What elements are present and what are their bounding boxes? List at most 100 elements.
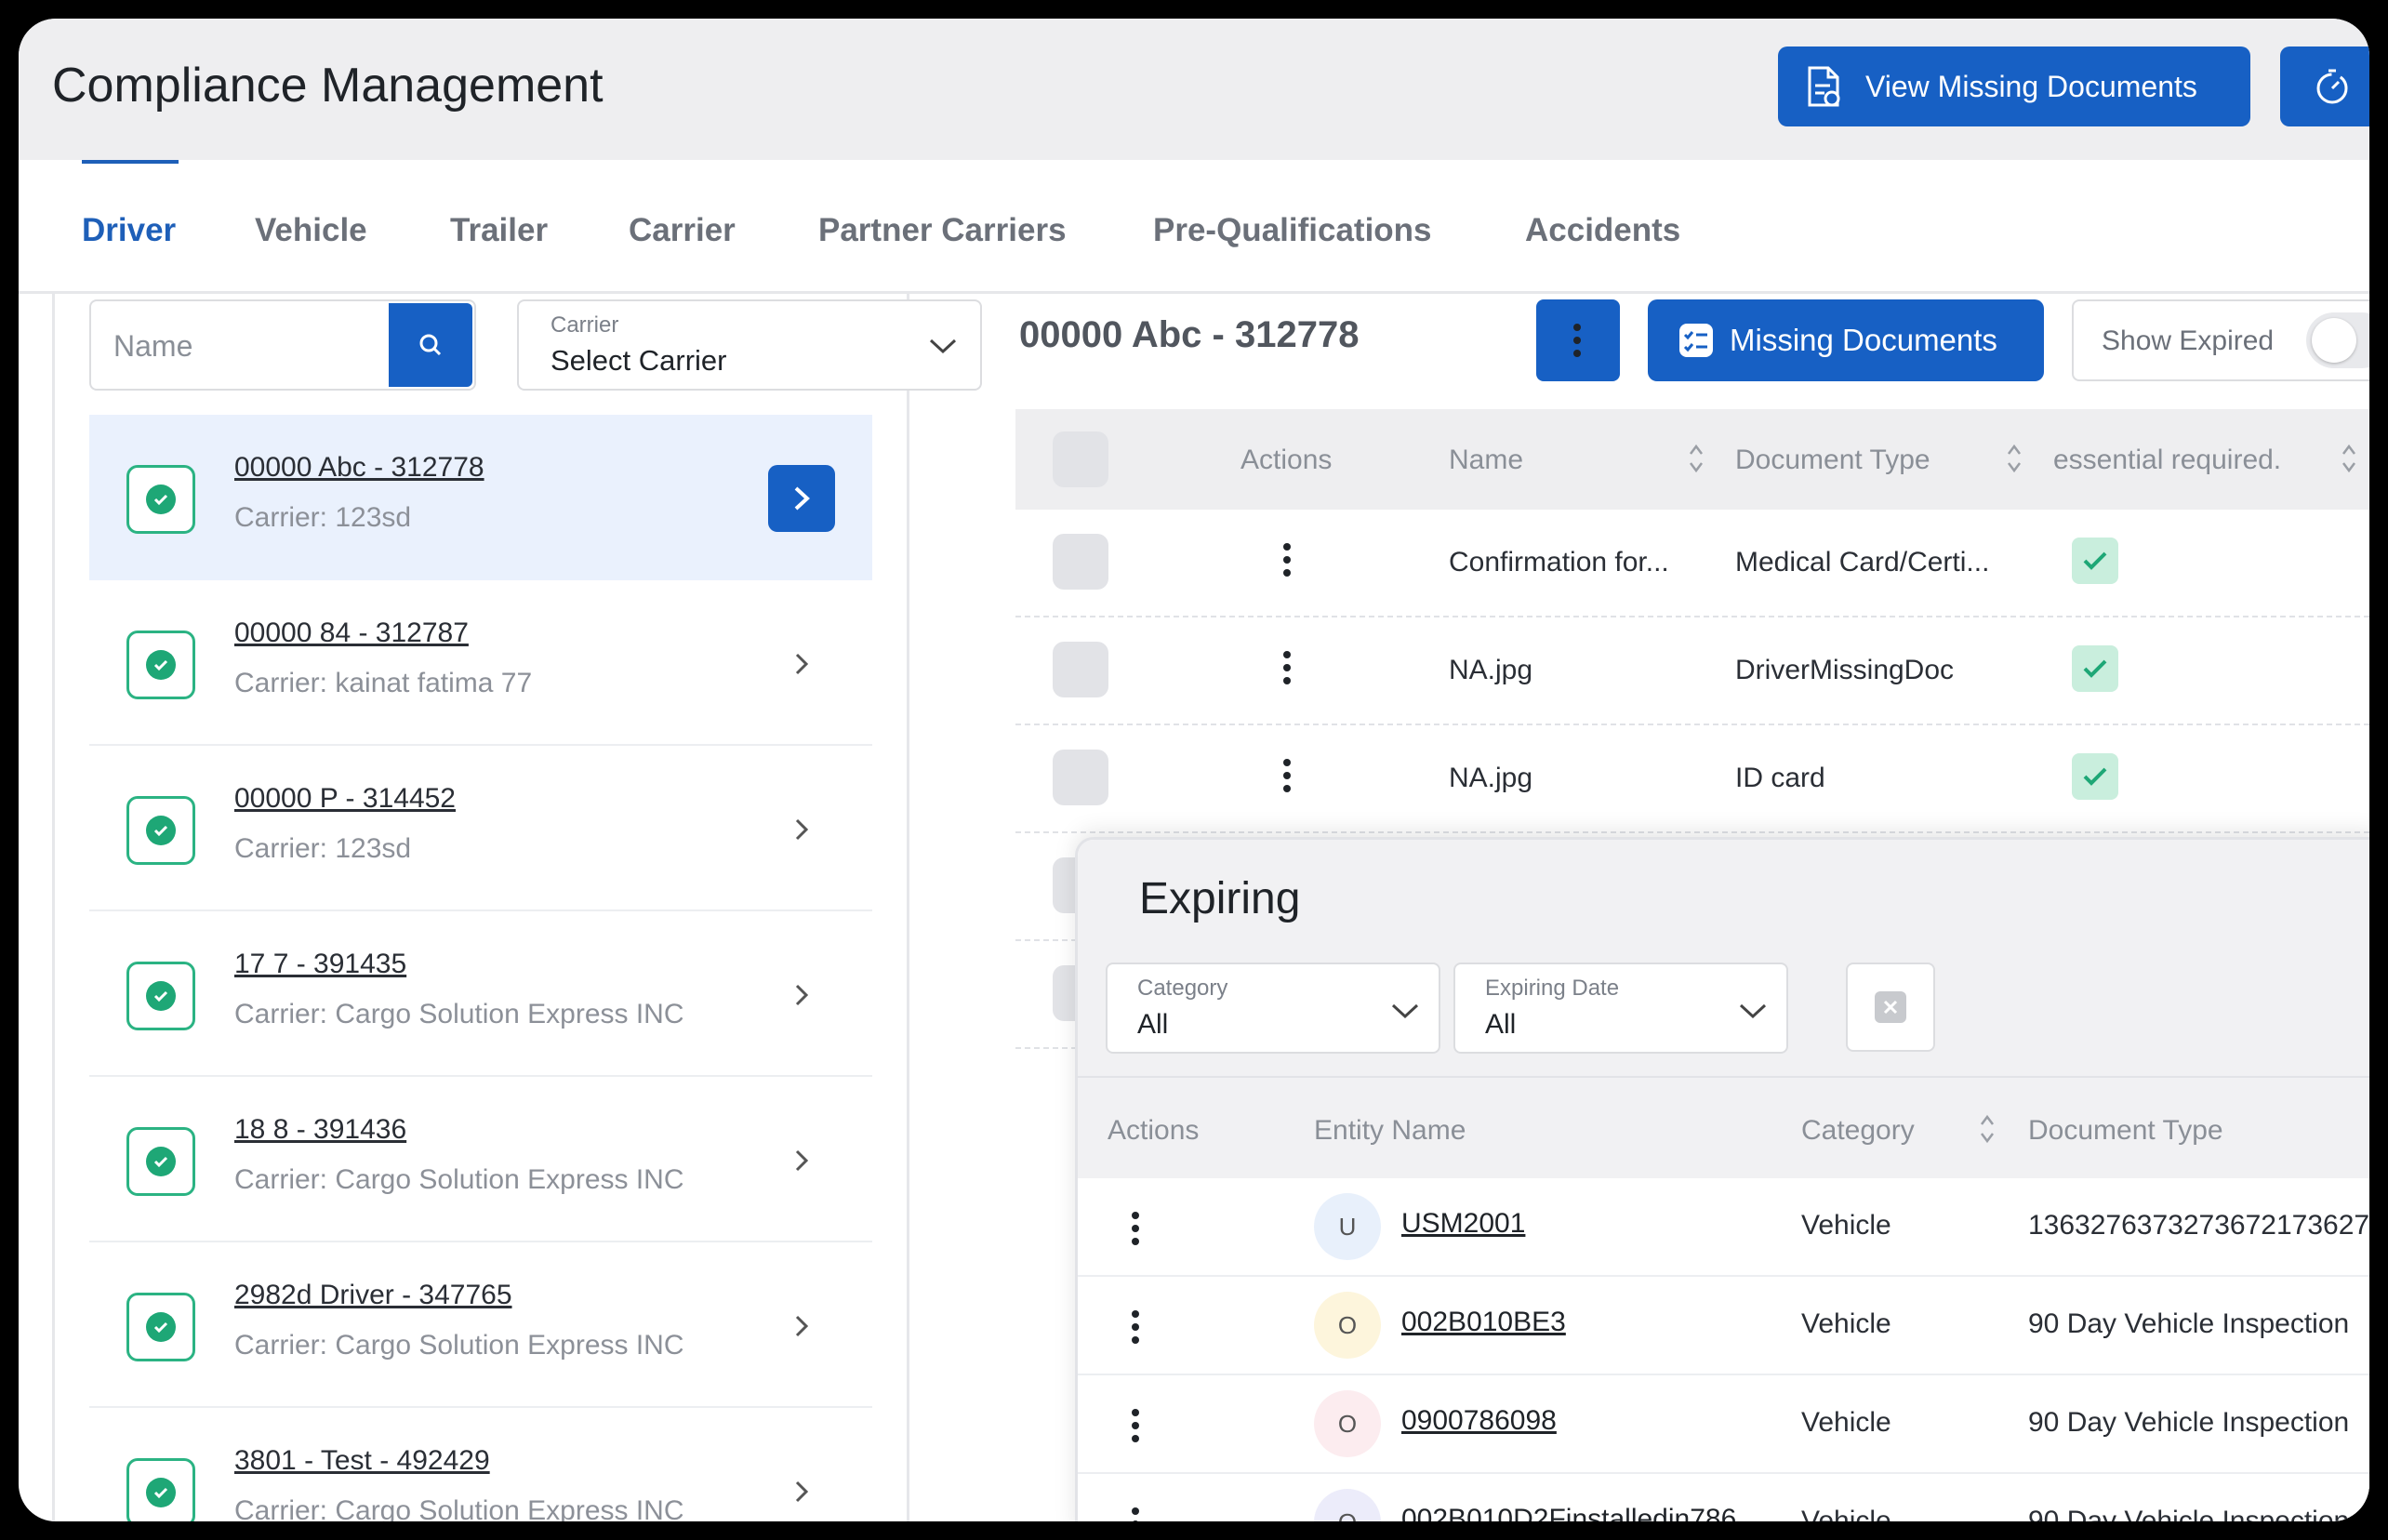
row-checkbox[interactable]	[1053, 534, 1108, 590]
chevron-right-icon	[795, 818, 809, 841]
table-row: O 002B010D2Finstalledin786 Vehicle 90 Da…	[1078, 1474, 2369, 1521]
row-actions-kebab-icon[interactable]	[1283, 651, 1293, 690]
carrier-select[interactable]: Carrier Select Carrier	[517, 299, 982, 391]
chevron-right-icon	[795, 653, 809, 675]
clear-filters-button[interactable]	[1846, 962, 1935, 1052]
more-actions-button[interactable]	[1536, 299, 1620, 381]
entity-name-link[interactable]: 002B010D2Finstalledin786	[1401, 1504, 1736, 1521]
compliance-status-badge	[126, 1127, 195, 1196]
avatar: O	[1314, 1292, 1381, 1359]
driver-name-link[interactable]: 17 7 - 391435	[234, 949, 406, 980]
category-select-label: Category	[1137, 976, 1228, 1001]
tab-accidents[interactable]: Accidents	[1525, 212, 1680, 249]
driver-list-item[interactable]: 00000 Abc - 312778 Carrier: 123sd	[89, 415, 872, 580]
missing-documents-button[interactable]: Missing Documents	[1648, 299, 2044, 381]
chevron-right-icon	[795, 1480, 809, 1503]
driver-carrier: Carrier: 123sd	[234, 833, 412, 864]
select-all-checkbox[interactable]	[1053, 431, 1108, 487]
document-name: NA.jpg	[1449, 763, 1533, 793]
search-button[interactable]	[389, 303, 472, 387]
driver-list: 00000 Abc - 312778 Carrier: 123sd 00000 …	[89, 415, 872, 1521]
column-header-name[interactable]: Name	[1449, 445, 1523, 476]
open-driver-button[interactable]	[777, 971, 826, 1019]
table-row: O 0900786098 Vehicle 90 Day Vehicle Insp…	[1078, 1375, 2369, 1474]
row-checkbox[interactable]	[1053, 750, 1108, 805]
sort-icon[interactable]	[2340, 441, 2358, 476]
active-tab-indicator	[82, 160, 179, 164]
expiring-date-select-label: Expiring Date	[1485, 976, 1620, 1001]
driver-list-item[interactable]: 00000 P - 314452 Carrier: 123sd	[89, 746, 872, 911]
row-actions-kebab-icon[interactable]	[1283, 759, 1293, 798]
sort-icon[interactable]	[1978, 1111, 1997, 1147]
row-checkbox[interactable]	[1053, 642, 1108, 697]
tab-partner-carriers[interactable]: Partner Carriers	[818, 212, 1067, 249]
sort-icon[interactable]	[2005, 441, 2023, 476]
history-button[interactable]	[2280, 46, 2369, 126]
document-type: Medical Card/Certi...	[1735, 547, 1990, 578]
driver-name-link[interactable]: 18 8 - 391436	[234, 1114, 406, 1146]
driver-name-link[interactable]: 00000 P - 314452	[234, 783, 456, 815]
tab-trailer[interactable]: Trailer	[450, 212, 548, 249]
checklist-icon	[1679, 324, 1713, 357]
tab-pre-qualifications[interactable]: Pre-Qualifications	[1153, 212, 1432, 249]
column-header-category[interactable]: Category	[1801, 1115, 1915, 1147]
compliance-status-badge	[126, 631, 195, 699]
view-missing-documents-button[interactable]: View Missing Documents	[1778, 46, 2250, 126]
open-driver-button[interactable]	[777, 805, 826, 854]
column-header-actions: Actions	[1108, 1115, 1200, 1146]
row-actions-kebab-icon[interactable]	[1132, 1507, 1141, 1521]
check-icon	[153, 659, 168, 671]
name-search-input[interactable]	[113, 324, 346, 368]
avatar: U	[1314, 1193, 1381, 1260]
entity-document-type: 90 Day Vehicle Inspection	[2028, 1506, 2350, 1521]
avatar: O	[1314, 1489, 1381, 1521]
row-actions-kebab-icon[interactable]	[1132, 1212, 1141, 1251]
chevron-down-icon	[1391, 1003, 1419, 1019]
show-expired-toggle[interactable]	[2306, 312, 2369, 368]
check-icon	[153, 1487, 168, 1499]
page-title: Compliance Management	[52, 59, 604, 113]
driver-name-link[interactable]: 2982d Driver - 347765	[234, 1280, 512, 1311]
driver-name-link[interactable]: 3801 - Test - 492429	[234, 1445, 490, 1477]
essential-check-icon	[2072, 645, 2118, 692]
open-driver-button[interactable]	[768, 465, 835, 532]
open-driver-button[interactable]	[777, 1136, 826, 1185]
chevron-right-icon	[795, 984, 809, 1006]
column-header-document-type: Document Type	[2028, 1115, 2223, 1146]
driver-list-item[interactable]: 2982d Driver - 347765 Carrier: Cargo Sol…	[89, 1242, 872, 1408]
expiring-date-select[interactable]: Expiring Date All	[1453, 962, 1788, 1054]
open-driver-button[interactable]	[777, 640, 826, 688]
expiring-panel: Expiring Category All Expiring Date All …	[1075, 837, 2369, 1521]
row-actions-kebab-icon[interactable]	[1132, 1310, 1141, 1349]
table-row: O 002B010BE3 Vehicle 90 Day Vehicle Insp…	[1078, 1277, 2369, 1375]
expiring-date-select-value: All	[1485, 1009, 1517, 1040]
column-header-document-type[interactable]: Document Type	[1735, 445, 1930, 476]
driver-name-link[interactable]: 00000 Abc - 312778	[234, 452, 484, 484]
document-name: NA.jpg	[1449, 655, 1533, 685]
tab-driver[interactable]: Driver	[82, 212, 176, 249]
entity-document-type: 13632763732736721736273	[2028, 1210, 2369, 1241]
compliance-status-badge	[126, 465, 195, 534]
chevron-right-icon	[795, 1149, 809, 1172]
entity-category: Vehicle	[1801, 1308, 1891, 1339]
row-actions-kebab-icon[interactable]	[1132, 1409, 1141, 1448]
driver-list-item[interactable]: 3801 - Test - 492429 Carrier: Cargo Solu…	[89, 1408, 872, 1521]
driver-list-item[interactable]: 00000 84 - 312787 Carrier: kainat fatima…	[89, 580, 872, 746]
entity-name-link[interactable]: 0900786098	[1401, 1405, 1557, 1437]
tab-vehicle[interactable]: Vehicle	[255, 212, 367, 249]
entity-name-link[interactable]: 002B010BE3	[1401, 1307, 1566, 1338]
open-driver-button[interactable]	[777, 1467, 826, 1516]
row-actions-kebab-icon[interactable]	[1283, 543, 1293, 582]
sort-icon[interactable]	[1687, 441, 1705, 476]
category-select[interactable]: Category All	[1106, 962, 1440, 1054]
driver-list-item[interactable]: 17 7 - 391435 Carrier: Cargo Solution Ex…	[89, 911, 872, 1077]
entity-name-link[interactable]: USM2001	[1401, 1208, 1525, 1240]
driver-name-link[interactable]: 00000 84 - 312787	[234, 617, 469, 649]
column-header-essential-required[interactable]: essential required.	[2053, 445, 2281, 476]
tab-carrier[interactable]: Carrier	[629, 212, 736, 249]
open-driver-button[interactable]	[777, 1302, 826, 1350]
compliance-status-badge	[126, 796, 195, 865]
driver-list-item[interactable]: 18 8 - 391436 Carrier: Cargo Solution Ex…	[89, 1077, 872, 1242]
app-window: Compliance Management View Missing Docum…	[19, 19, 2369, 1521]
expiring-table-header: Actions Entity Name Category Document Ty…	[1078, 1076, 2369, 1178]
